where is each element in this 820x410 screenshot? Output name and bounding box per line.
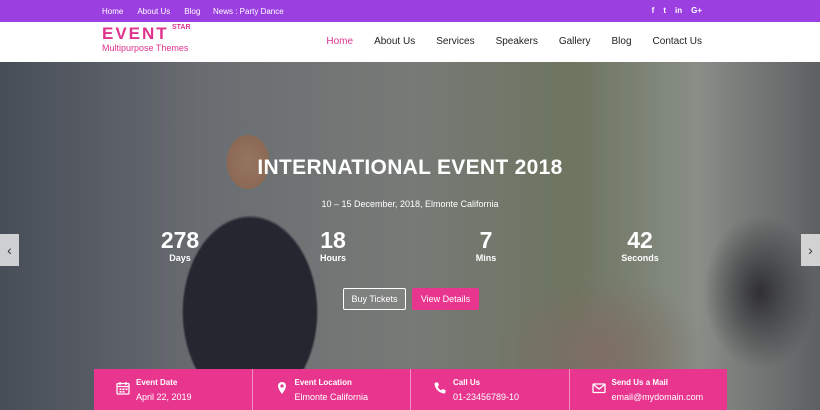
countdown-hours-value: 18 <box>320 227 346 253</box>
logo-subtitle: Multipurpose Themes <box>102 43 189 53</box>
logo[interactable]: EVENT STAR Multipurpose Themes <box>102 24 191 54</box>
info-title: Call Us <box>453 378 481 387</box>
countdown-hours: 18 Hours <box>293 228 373 264</box>
site-header: EVENT STAR Multipurpose Themes Home Abou… <box>0 22 820 62</box>
countdown-days-value: 278 <box>160 227 200 253</box>
buy-tickets-button[interactable]: Buy Tickets <box>343 288 406 310</box>
countdown-days-label: Days <box>169 253 191 263</box>
countdown-days: 278 Days <box>140 228 220 264</box>
hero-content: INTERNATIONAL EVENT 2018 10 – 15 Decembe… <box>0 62 820 410</box>
news-ticker[interactable]: News : Party Dance <box>213 7 284 16</box>
info-value: Elmonte California <box>294 392 369 402</box>
hero-banner: INTERNATIONAL EVENT 2018 10 – 15 Decembe… <box>0 62 820 410</box>
view-details-button[interactable]: View Details <box>412 288 479 310</box>
nav-speakers[interactable]: Speakers <box>496 36 538 47</box>
top-link-about[interactable]: About Us <box>137 7 170 16</box>
chevron-right-icon: › <box>808 242 813 258</box>
info-title: Send Us a Mail <box>611 378 668 387</box>
google-plus-icon[interactable]: G+ <box>691 6 702 15</box>
chevron-left-icon: ‹ <box>7 242 12 258</box>
location-pin-icon <box>277 382 286 394</box>
top-link-home[interactable]: Home <box>102 7 123 16</box>
slider-prev-button[interactable]: ‹ <box>0 234 19 266</box>
main-nav: Home About Us Services Speakers Gallery … <box>326 36 702 47</box>
linkedin-icon[interactable]: in <box>675 6 682 15</box>
nav-blog[interactable]: Blog <box>612 36 632 47</box>
nav-home[interactable]: Home <box>326 36 353 47</box>
nav-gallery[interactable]: Gallery <box>559 36 591 47</box>
hero-buttons: Buy Tickets View Details <box>343 288 479 310</box>
countdown-mins-value: 7 <box>479 227 493 253</box>
envelope-icon <box>591 383 606 394</box>
info-title: Event Date <box>136 378 178 387</box>
hero-subtitle: 10 – 15 December, 2018, Elmonte Californ… <box>321 199 499 209</box>
countdown-seconds-value: 42 <box>627 227 653 253</box>
logo-star-text: STAR <box>172 24 191 31</box>
nav-services[interactable]: Services <box>436 36 474 47</box>
twitter-icon[interactable]: t <box>663 6 666 15</box>
event-info-strip: Event Date April 22, 2019 Event Location… <box>94 369 727 410</box>
slider-next-button[interactable]: › <box>801 234 820 266</box>
info-send-mail: Send Us a Mail email@mydomain.com <box>570 369 728 410</box>
info-title: Event Location <box>294 378 352 387</box>
phone-icon <box>434 382 446 394</box>
facebook-icon[interactable]: f <box>652 6 655 15</box>
social-links: f t in G+ <box>652 6 702 15</box>
top-bar: Home About Us Blog News : Party Dance f … <box>0 0 820 22</box>
countdown: 278 Days 18 Hours 7 Mins 42 Seconds <box>140 228 680 268</box>
top-link-blog[interactable]: Blog <box>184 7 200 16</box>
hero-title: INTERNATIONAL EVENT 2018 <box>257 156 563 179</box>
nav-about-us[interactable]: About Us <box>374 36 415 47</box>
countdown-seconds: 42 Seconds <box>600 228 680 264</box>
info-value: 01-23456789-10 <box>453 392 520 402</box>
countdown-hours-label: Hours <box>319 253 346 263</box>
info-value: April 22, 2019 <box>136 392 192 402</box>
info-event-location: Event Location Elmonte California <box>253 369 411 410</box>
countdown-mins-label: Mins <box>475 253 497 263</box>
top-links: Home About Us Blog <box>102 7 200 16</box>
info-call-us: Call Us 01-23456789-10 <box>411 369 570 410</box>
info-event-date: Event Date April 22, 2019 <box>94 369 253 410</box>
info-value[interactable]: email@mydomain.com <box>612 392 704 402</box>
nav-contact-us[interactable]: Contact Us <box>653 36 702 47</box>
calendar-icon <box>116 382 130 395</box>
countdown-seconds-label: Seconds <box>621 253 659 263</box>
countdown-mins: 7 Mins <box>446 228 526 264</box>
